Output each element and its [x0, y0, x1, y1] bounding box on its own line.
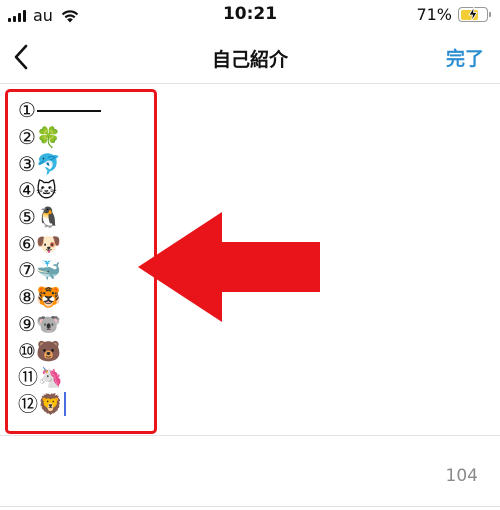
highlight-box [5, 89, 157, 434]
status-right: 71% [416, 5, 491, 24]
char-count: 104 [445, 466, 478, 486]
divider [0, 435, 500, 436]
red-arrow-icon [138, 212, 320, 322]
page-title: 自己紹介 [211, 49, 288, 71]
done-button[interactable]: 完了 [446, 44, 484, 71]
battery-icon [458, 7, 491, 22]
battery-nub [489, 12, 491, 17]
bottom-divider [0, 506, 500, 507]
charging-bolt-icon [468, 7, 478, 21]
status-bar: au 10:21 71% [0, 0, 500, 30]
nav-bar: 自己紹介 完了 [0, 30, 500, 84]
battery-percent: 71% [416, 5, 452, 24]
